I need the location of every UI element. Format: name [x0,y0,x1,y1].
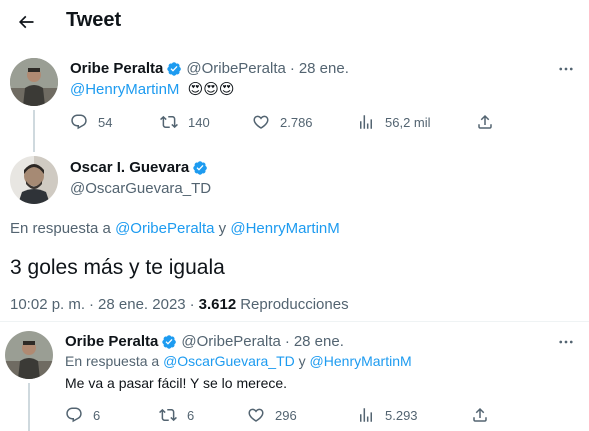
reply-mention-2[interactable]: @HenryMartinM [310,353,412,369]
views-button[interactable]: 5.293 [357,406,418,424]
share-icon [478,114,492,129]
like-icon [248,408,264,422]
tweet1-actions: 54 140 2.786 56,2 mil [70,112,500,132]
back-button[interactable] [8,4,44,40]
like-count: 2.786 [280,114,313,130]
reply-button[interactable]: 54 [70,113,112,131]
reply-count: 6 [93,407,101,423]
avatar-oribe-peralta[interactable] [5,331,53,379]
more-button[interactable] [554,57,578,81]
tweet1-text: @HenryMartinM 😍😍😍 [70,80,235,98]
retweet-icon [160,115,178,129]
views-count: 3.612 [198,296,237,313]
avatar-photo-icon [10,58,58,106]
retweet-icon [159,408,177,422]
reply-mention-1[interactable]: @OscarGuevara_TD [163,353,295,369]
separator-dot: · [289,60,295,77]
mention-link[interactable]: @HenryMartinM [70,81,179,98]
reply-prefix: En respuesta a [10,220,116,237]
reply-text: Me va a pasar fácil! Y se lo merece. [65,375,288,391]
reply-context: En respuesta a @OscarGuevara_TD y @Henry… [65,353,412,369]
like-button[interactable]: 296 [247,406,297,424]
share-button[interactable] [476,113,494,131]
reply-and: y [214,220,231,237]
reply-mention-1[interactable]: @OribePeralta [115,220,214,237]
share-button[interactable] [471,406,489,424]
like-button[interactable]: 2.786 [252,113,313,131]
back-arrow-icon [18,15,34,29]
like-count: 296 [275,407,297,423]
more-icon [559,67,573,71]
top-bar: Tweet [0,0,589,44]
like-icon [253,115,269,129]
views-icon [360,115,372,129]
reply-header: Oribe Peralta @OribePeralta · 28 ene. [65,333,344,350]
retweet-button[interactable]: 6 [159,406,194,424]
reply-mention-2[interactable]: @HenryMartinM [230,220,339,237]
separator-dot: · [189,296,195,313]
more-button[interactable] [554,330,578,354]
retweet-count: 6 [187,407,195,423]
divider [0,321,589,322]
reply-count: 54 [98,114,113,130]
reply-context: En respuesta a @OribePeralta y @HenryMar… [10,220,340,237]
separator-dot: · [284,333,290,350]
retweet-count: 140 [188,114,210,130]
avatar-oscar-guevara[interactable] [10,156,58,204]
author-handle[interactable]: @OscarGuevara_TD [70,180,211,197]
avatar-photo-icon [10,156,58,204]
tweet-date[interactable]: 28 ene. 2023 [98,296,186,313]
author-name[interactable]: Oribe Peralta [65,333,158,350]
author-name[interactable]: Oribe Peralta [70,60,163,77]
tweet-metadata: 10:02 p. m. · 28 ene. 2023 · 3.612 Reproducci… [10,296,349,313]
verified-badge-icon [161,334,177,350]
avatar-photo-icon [5,331,53,379]
tweet-time[interactable]: 10:02 p. m. [10,296,85,313]
reply-button[interactable]: 6 [65,406,100,424]
author-handle[interactable]: @OribePeralta [186,60,285,77]
tweet1-header: Oribe Peralta @OribePeralta · 28 ene. [70,60,349,77]
main-tweet-text: 3 goles más y te iguala [10,256,225,279]
verified-badge-icon [192,160,208,176]
views-count: 56,2 mil [385,114,431,130]
reply-actions: 6 6 296 5.293 [65,405,495,425]
tweet-date[interactable]: 28 ene. [294,333,344,350]
views-button[interactable]: 56,2 mil [357,113,431,131]
tweet-date[interactable]: 28 ene. [299,60,349,77]
reply-icon [66,407,82,423]
views-label[interactable]: Reproducciones [240,296,348,313]
views-count: 5.293 [385,407,418,423]
share-icon [473,407,487,422]
reply-and: y [294,353,310,369]
page-title: Tweet [66,9,122,31]
main-tweet-name-row: Oscar I. Guevara [70,159,212,176]
avatar-oribe-peralta[interactable] [10,58,58,106]
separator-dot: · [89,296,95,313]
more-icon [559,340,573,344]
thread-line [33,110,35,152]
reply-prefix: En respuesta a [65,353,164,369]
retweet-button[interactable]: 140 [160,113,210,131]
author-handle[interactable]: @OribePeralta [181,333,280,350]
views-icon [360,408,372,422]
reply-icon [71,114,87,130]
author-name[interactable]: Oscar I. Guevara [70,159,189,176]
thread-line [28,383,30,431]
emoji-text: 😍😍😍 [187,81,235,98]
verified-badge-icon [166,61,182,77]
